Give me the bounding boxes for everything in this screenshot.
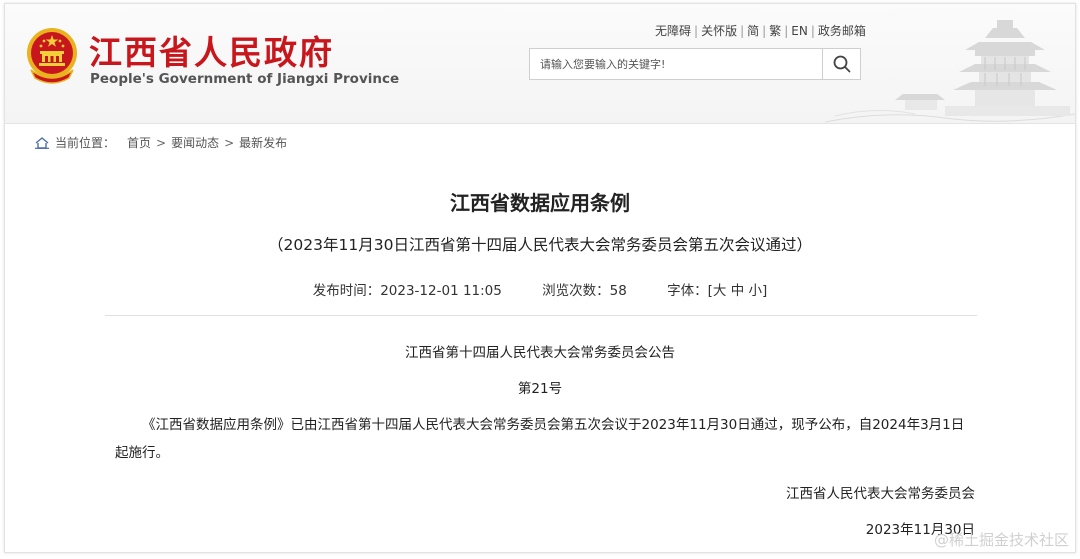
site-header: 江西省人民政府 People's Government of Jiangxi P… <box>5 4 1075 124</box>
english-link[interactable]: EN <box>791 24 808 38</box>
breadcrumb-home[interactable]: 首页 <box>127 134 151 151</box>
divider <box>105 315 977 316</box>
font-large-button[interactable]: 大 <box>713 283 727 299</box>
article-meta: 发布时间：2023-12-01 11:05 浏览次数：58 字体：[大 中 小] <box>5 279 1075 299</box>
font-medium-button[interactable]: 中 <box>731 283 745 299</box>
announcement-body: 《江西省数据应用条例》已由江西省第十四届人民代表大会常务委员会第五次会议于202… <box>115 417 965 461</box>
publish-label: 发布时间： <box>312 283 381 299</box>
issuer: 江西省人民代表大会常务委员会 <box>786 486 975 502</box>
watermark: @稀土掘金技术社区 <box>933 531 1069 549</box>
site-subtitle: People's Government of Jiangxi Province <box>90 71 400 87</box>
search-input[interactable] <box>530 49 822 79</box>
simplified-chinese-link[interactable]: 简 <box>747 24 759 38</box>
announcement-heading: 江西省第十四届人民代表大会常务委员会公告 <box>405 345 675 361</box>
font-label: 字体： <box>667 283 708 299</box>
page-frame: 江西省人民政府 People's Government of Jiangxi P… <box>4 3 1076 553</box>
announcement-number: 第21号 <box>517 381 563 397</box>
views-label: 浏览次数： <box>542 283 610 299</box>
breadcrumb: 当前位置： 首页 > 要闻动态 > 最新发布 <box>35 134 287 151</box>
breadcrumb-label: 当前位置： <box>55 136 116 150</box>
font-small-button[interactable]: 小 <box>749 283 763 299</box>
site-title[interactable]: 江西省人民政府 <box>89 26 334 74</box>
chevron-right-icon: > <box>156 135 167 150</box>
views-count: 58 <box>609 283 627 299</box>
publish-time: 2023-12-01 11:05 <box>380 283 502 299</box>
font-size-control: 字体：[大 中 小] <box>667 283 768 299</box>
breadcrumb-latest[interactable]: 最新发布 <box>239 134 287 151</box>
national-emblem-icon[interactable] <box>25 26 79 84</box>
article-title: 江西省数据应用条例 <box>450 191 630 215</box>
search-box <box>529 48 861 80</box>
elderly-mode-link[interactable]: 关怀版 <box>701 24 737 38</box>
views-info: 浏览次数：58 <box>542 283 627 299</box>
article-subtitle: （2023年11月30日江西省第十四届人民代表大会常务委员会第五次会议通过） <box>268 236 812 254</box>
breadcrumb-news[interactable]: 要闻动态 <box>171 134 219 151</box>
accessibility-link[interactable]: 无障碍 <box>655 24 691 38</box>
pavilion-illustration-icon <box>825 20 1075 123</box>
traditional-chinese-link[interactable]: 繁 <box>769 24 781 38</box>
publish-info: 发布时间：2023-12-01 11:05 <box>313 283 502 299</box>
home-icon <box>35 136 49 149</box>
chevron-right-icon: > <box>224 135 235 150</box>
